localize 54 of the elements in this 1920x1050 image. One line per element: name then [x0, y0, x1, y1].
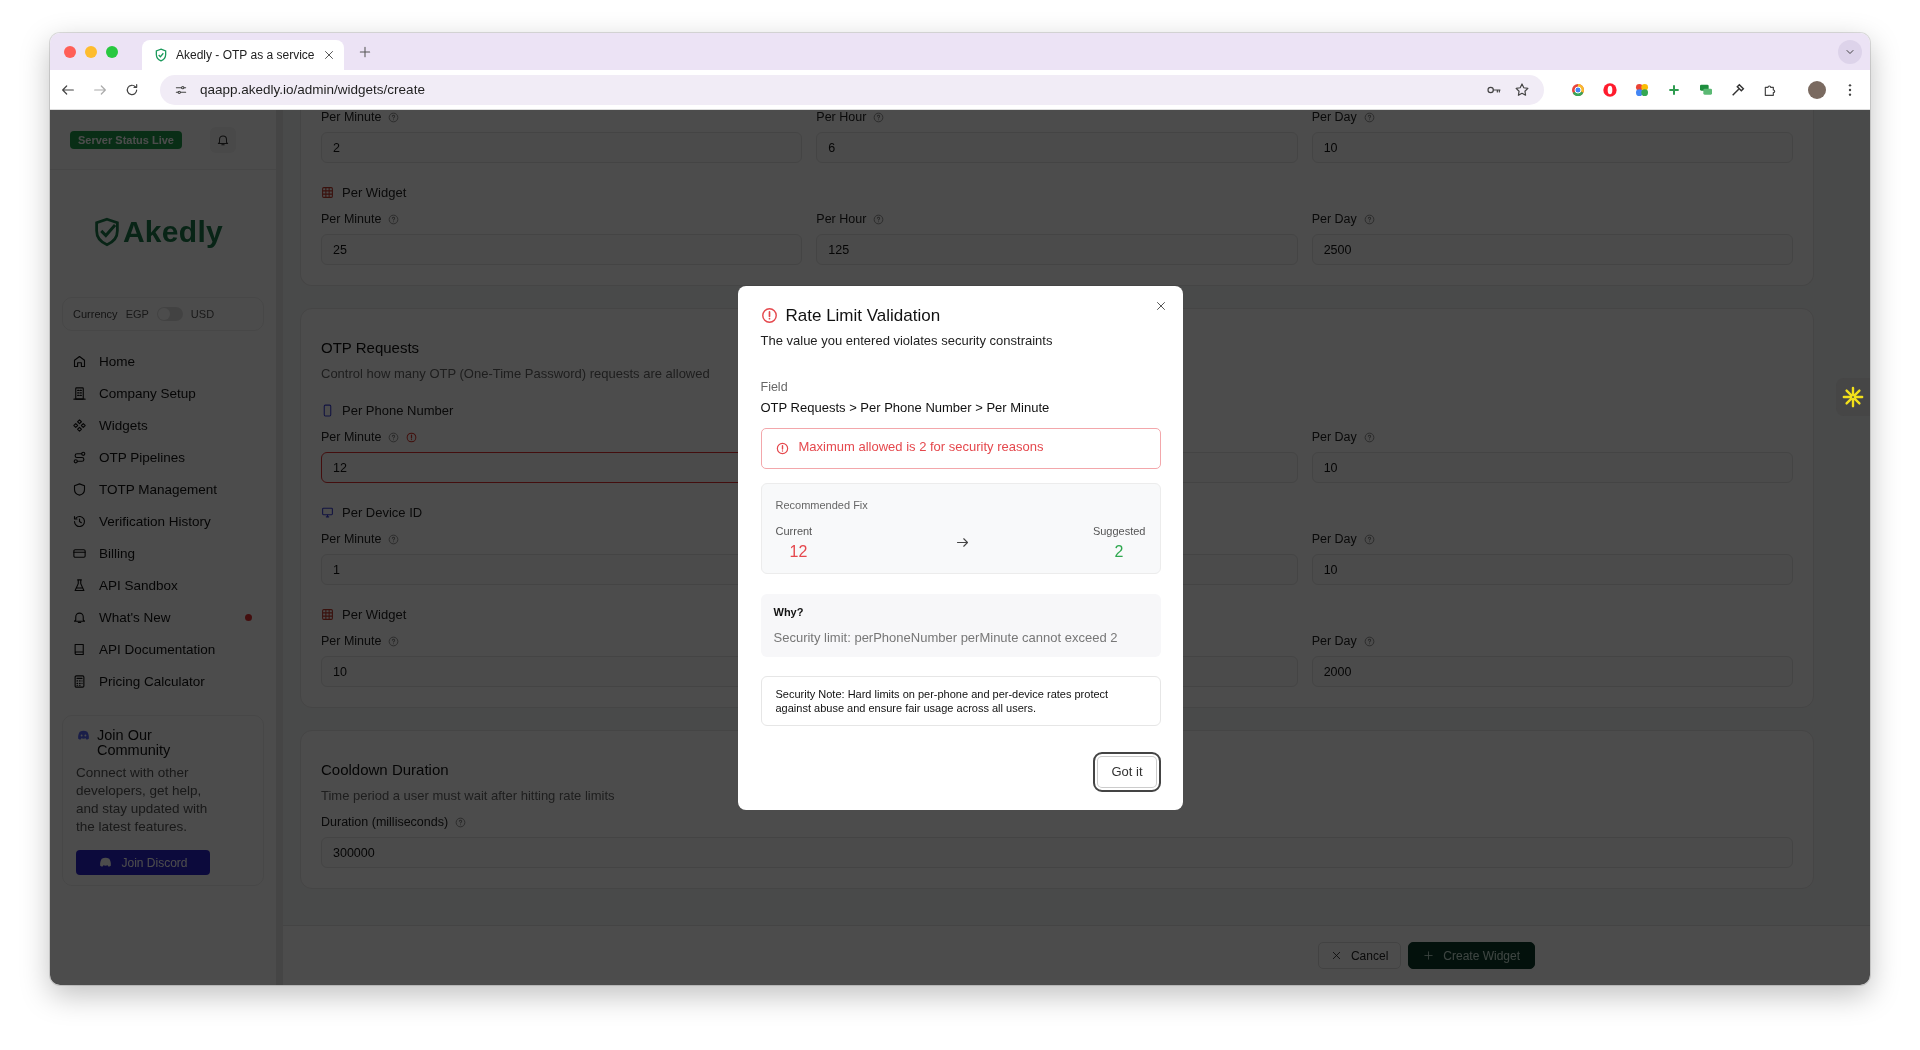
group-title: Per Phone Number — [342, 403, 454, 418]
reload-icon[interactable] — [124, 81, 140, 98]
field-path: OTP Requests > Per Phone Number > Per Minute — [760, 399, 1051, 415]
logo-text: Akedly — [122, 215, 224, 249]
avatar[interactable] — [1808, 80, 1826, 99]
star-icon[interactable] — [1514, 81, 1530, 98]
field-label: Per Day — [1311, 110, 1357, 124]
field-label: Per Minute — [321, 110, 382, 124]
field-caption: Field — [760, 379, 789, 394]
arrow-right-icon — [954, 535, 970, 550]
field-label: Per Day — [1311, 532, 1357, 546]
suggested-value: 2 — [1114, 542, 1125, 561]
group-title: Per Widget — [342, 185, 407, 200]
url-text: qaapp.akedly.io/admin/widgets/create — [200, 82, 425, 97]
current-value: 12 — [788, 542, 809, 561]
field-label: Per Minute — [321, 634, 382, 648]
tab-title: Akedly - OTP as a service — [176, 48, 315, 62]
close-button[interactable] — [1154, 299, 1167, 312]
field-label: Per Minute — [321, 532, 382, 546]
panel-title: Why? — [773, 605, 805, 618]
field-label: Per Minute — [321, 430, 382, 444]
group-title: Per Widget — [342, 607, 407, 622]
panel-title: Recommended Fix — [775, 498, 869, 511]
assistant-tab[interactable] — [1836, 378, 1870, 416]
error-message: Maximum allowed is 2 for security reasons — [798, 438, 1044, 454]
community-title: Join Our Community — [97, 728, 172, 758]
field-label: Per Hour — [816, 110, 867, 124]
sparkle-icon — [1842, 386, 1864, 408]
group-title: Per Device ID — [342, 505, 423, 520]
card-title: OTP Requests — [321, 339, 420, 356]
shield-check-icon — [154, 48, 168, 62]
field-label: Per Hour — [816, 212, 867, 226]
close-icon[interactable] — [322, 49, 335, 61]
got-it-button[interactable]: Got it — [1093, 751, 1161, 792]
target-icon[interactable] — [1570, 81, 1586, 98]
dialog-title: Rate Limit Validation — [785, 305, 941, 326]
close-icon — [1154, 299, 1167, 312]
field-label: Per Day — [1311, 430, 1357, 444]
suggested-label: Suggested — [1092, 524, 1146, 537]
field-label: Per Minute — [321, 212, 382, 226]
field-label: Per Day — [1311, 212, 1357, 226]
browser-tab[interactable]: Akedly - OTP as a service — [142, 40, 344, 70]
oval-ring-icon[interactable] — [1602, 81, 1618, 98]
field-label: Duration (milliseconds) — [321, 815, 449, 829]
card-title: Cooldown Duration — [321, 761, 449, 778]
pinwheel-icon[interactable] — [1634, 81, 1650, 98]
alert-icon — [760, 307, 778, 324]
explanation-text: Security limit: perPhoneNumber perMinute cannot exceed 2 — [773, 629, 1119, 645]
field-label: Per Day — [1311, 634, 1357, 648]
dialog-subtitle: The value you entered violates security constraints — [760, 332, 1054, 348]
address-bar[interactable]: qaapp.akedly.io/admin/widgets/create — [160, 74, 1544, 105]
current-label: Current — [775, 524, 814, 537]
security-note: Security Note: Hard limits on per-phone and per-device rates protect against abuse and ensure fair usage across all users. — [760, 675, 1161, 726]
alert-icon — [775, 441, 789, 455]
